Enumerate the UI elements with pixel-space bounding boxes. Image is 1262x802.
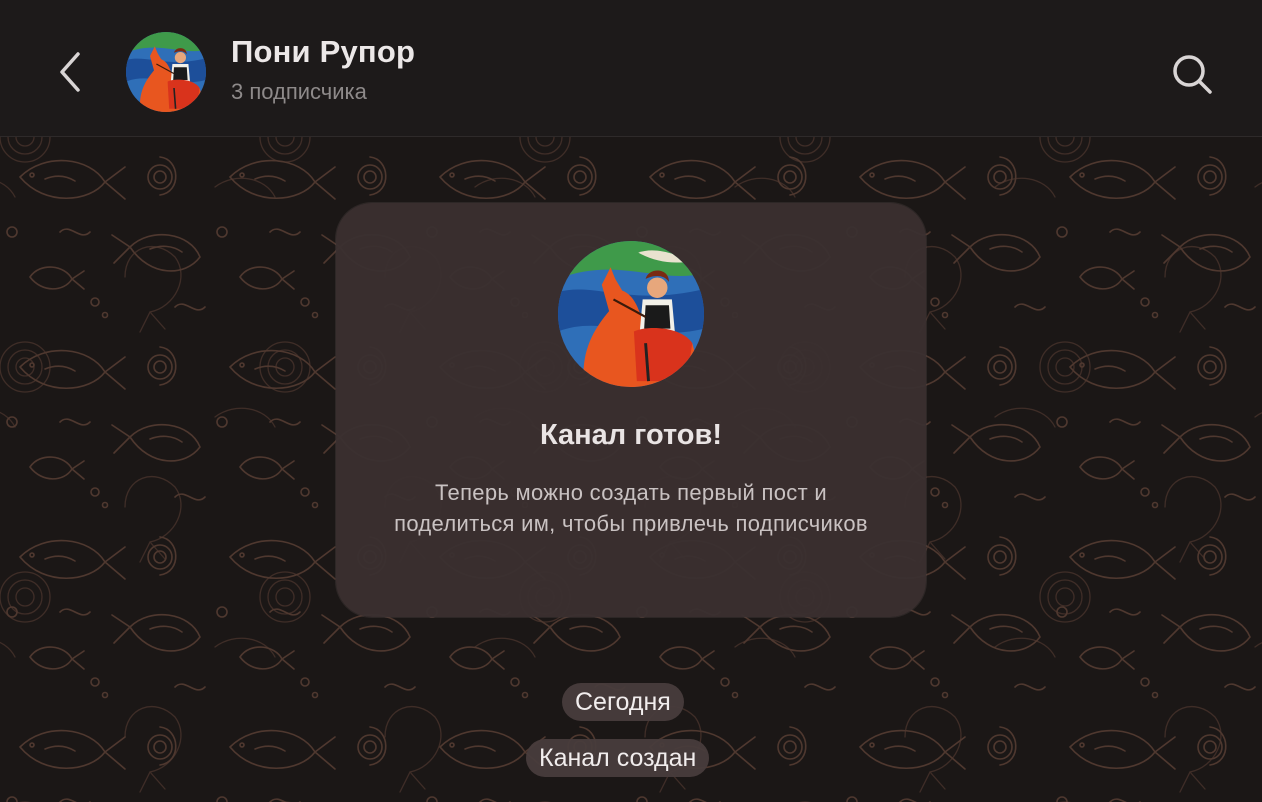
channel-avatar-image [126,32,206,112]
card-avatar-image [558,241,704,387]
search-icon [1173,55,1212,94]
chat-screen: Пони Рупор 3 подписчика Канал готов! Теп… [0,0,1262,802]
channel-ready-card: Канал готов! Теперь можно создать первый… [336,203,926,617]
service-message-channel-created: Канал создан [526,739,710,777]
search-button[interactable] [1164,46,1220,102]
channel-avatar[interactable] [126,32,206,112]
subscriber-count: 3 подписчика [231,79,367,104]
card-description: Теперь можно создать первый пост и подел… [394,480,868,536]
chevron-left-icon [60,52,80,92]
date-badge: Сегодня [562,683,684,721]
channel-title[interactable]: Пони Рупор [231,34,415,70]
card-channel-avatar [558,241,704,387]
card-title: Канал готов! [539,419,722,451]
back-button[interactable] [44,44,96,100]
chat-header: Пони Рупор 3 подписчика [0,0,1262,137]
